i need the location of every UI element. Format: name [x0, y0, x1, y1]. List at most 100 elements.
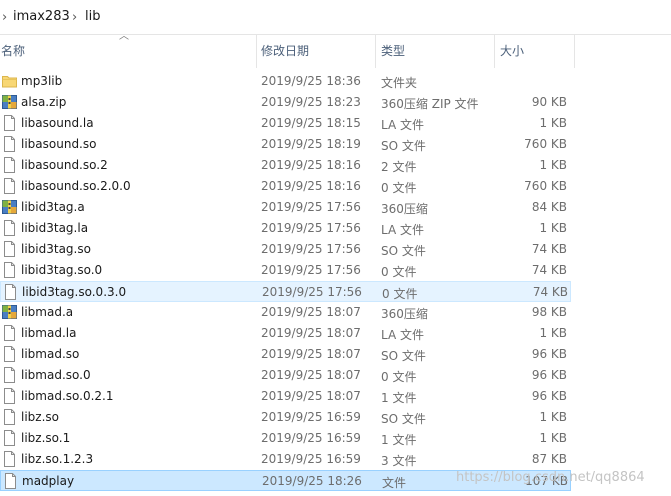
file-icon	[2, 367, 17, 383]
file-size: 90 KB	[531, 95, 567, 109]
file-date: 2019/9/25 18:07	[261, 389, 361, 403]
column-header-date[interactable]: 修改日期	[261, 34, 309, 68]
file-date: 2019/9/25 17:56	[261, 263, 361, 277]
file-type: 1 文件	[381, 391, 417, 405]
file-name: libasound.la	[21, 116, 94, 130]
file-type: LA 文件	[381, 223, 424, 237]
column-header-size[interactable]: 大小	[500, 34, 524, 68]
file-row[interactable]: libasound.so.2 2019/9/25 18:16 2 文件 1 KB	[0, 155, 571, 176]
file-row[interactable]: libid3tag.so.0.3.0 2019/9/25 17:56 0 文件 74 …	[0, 281, 571, 302]
file-row[interactable]: libasound.la 2019/9/25 18:15 LA 文件 1 KB	[0, 113, 571, 134]
file-name: madplay	[22, 474, 75, 488]
file-row[interactable]: libid3tag.so 2019/9/25 17:56 SO 文件 74 KB	[0, 239, 571, 260]
file-size: 96 KB	[531, 347, 567, 361]
file-row[interactable]: libmad.so 2019/9/25 18:07 SO 文件 96 KB	[0, 344, 571, 365]
file-icon	[3, 284, 18, 300]
file-row[interactable]: alsa.zip 2019/9/25 18:23 360压缩 ZIP 文件 90 KB	[0, 92, 571, 113]
file-icon	[2, 157, 17, 173]
file-size: 98 KB	[531, 305, 567, 319]
file-size: 107 KB	[525, 474, 568, 488]
file-name: libid3tag.so.0	[21, 263, 103, 277]
archive-icon	[2, 94, 17, 110]
column-divider[interactable]	[256, 34, 257, 68]
file-row[interactable]: libid3tag.a 2019/9/25 17:56 360压缩 84 KB	[0, 197, 571, 218]
file-size: 760 KB	[524, 137, 567, 151]
breadcrumb-item-imax283[interactable]: imax283	[13, 9, 70, 24]
file-type: 360压缩 ZIP 文件	[381, 97, 479, 111]
file-icon	[2, 220, 17, 236]
file-row[interactable]: libz.so.1.2.3 2019/9/25 16:59 3 文件 87 KB	[0, 449, 571, 470]
file-type: 1 文件	[381, 433, 417, 447]
address-breadcrumb: › imax283 › lib	[0, 0, 671, 35]
file-row[interactable]: libid3tag.la 2019/9/25 17:56 LA 文件 1 KB	[0, 218, 571, 239]
sort-ascending-icon: ︿	[119, 31, 129, 42]
file-icon	[2, 262, 17, 278]
file-row[interactable]: libmad.a 2019/9/25 18:07 360压缩 98 KB	[0, 302, 571, 323]
file-size: 1 KB	[539, 410, 567, 424]
file-type: 文件夹	[381, 76, 418, 90]
file-name: libz.so.1.2.3	[21, 452, 94, 466]
file-icon	[3, 473, 18, 489]
file-date: 2019/9/25 17:56	[261, 242, 361, 256]
file-icon	[2, 388, 17, 404]
file-size: 74 KB	[531, 242, 567, 256]
breadcrumb-separator-icon[interactable]: ›	[2, 10, 7, 25]
file-icon	[2, 409, 17, 425]
file-row[interactable]: mp3lib 2019/9/25 18:36 文件夹	[0, 71, 571, 92]
file-icon	[2, 115, 17, 131]
file-type: 文件	[382, 476, 407, 490]
file-name: libasound.so.2.0.0	[21, 179, 131, 193]
file-size: 760 KB	[524, 179, 567, 193]
file-date: 2019/9/25 17:56	[262, 285, 362, 299]
file-date: 2019/9/25 18:07	[261, 326, 361, 340]
file-icon	[2, 451, 17, 467]
file-date: 2019/9/25 16:59	[261, 431, 361, 445]
file-size: 87 KB	[531, 452, 567, 466]
breadcrumb-separator-icon[interactable]: ›	[72, 10, 77, 25]
file-row[interactable]: libz.so 2019/9/25 16:59 SO 文件 1 KB	[0, 407, 571, 428]
file-name: libid3tag.a	[21, 200, 85, 214]
file-date: 2019/9/25 18:07	[261, 347, 361, 361]
file-name: libmad.so.0	[21, 368, 91, 382]
column-divider[interactable]	[574, 34, 575, 68]
file-row[interactable]: libmad.so.0 2019/9/25 18:07 0 文件 96 KB	[0, 365, 571, 386]
file-row[interactable]: libmad.la 2019/9/25 18:07 LA 文件 1 KB	[0, 323, 571, 344]
file-row[interactable]: madplay 2019/9/25 18:26 文件 107 KB	[0, 470, 571, 491]
file-type: SO 文件	[381, 412, 426, 426]
file-type: 360压缩	[381, 307, 428, 321]
file-size: 74 KB	[531, 263, 567, 277]
file-type: 0 文件	[381, 265, 417, 279]
file-size: 84 KB	[531, 200, 567, 214]
file-row[interactable]: libasound.so.2.0.0 2019/9/25 18:16 0 文件 760…	[0, 176, 571, 197]
file-name: mp3lib	[21, 74, 63, 88]
file-name: libasound.so	[21, 137, 97, 151]
file-row[interactable]: libmad.so.0.2.1 2019/9/25 18:07 1 文件 96 KB	[0, 386, 571, 407]
archive-icon	[2, 304, 17, 320]
file-type: SO 文件	[381, 139, 426, 153]
column-header-name[interactable]: 名称	[1, 34, 25, 68]
file-size: 96 KB	[531, 368, 567, 382]
file-date: 2019/9/25 18:23	[261, 95, 361, 109]
file-type: 360压缩	[381, 202, 428, 216]
file-type: SO 文件	[381, 244, 426, 258]
column-divider[interactable]	[375, 34, 376, 68]
file-name: alsa.zip	[21, 95, 67, 109]
column-header-type[interactable]: 类型	[381, 34, 405, 68]
archive-icon	[2, 199, 17, 215]
file-row[interactable]: libasound.so 2019/9/25 18:19 SO 文件 760 KB	[0, 134, 571, 155]
file-name: libmad.a	[21, 305, 74, 319]
file-name: libmad.so.0.2.1	[21, 389, 114, 403]
file-row[interactable]: libid3tag.so.0 2019/9/25 17:56 0 文件 74 KB	[0, 260, 571, 281]
breadcrumb-item-lib[interactable]: lib	[85, 9, 100, 24]
file-type: 0 文件	[381, 181, 417, 195]
file-size: 1 KB	[539, 221, 567, 235]
file-name: libz.so.1	[21, 431, 71, 445]
column-divider[interactable]	[494, 34, 495, 68]
file-size: 74 KB	[532, 285, 568, 299]
file-date: 2019/9/25 18:36	[261, 74, 361, 88]
file-row[interactable]: libz.so.1 2019/9/25 16:59 1 文件 1 KB	[0, 428, 571, 449]
file-icon	[2, 325, 17, 341]
file-size: 1 KB	[539, 158, 567, 172]
file-type: SO 文件	[381, 349, 426, 363]
file-name: libmad.la	[21, 326, 77, 340]
